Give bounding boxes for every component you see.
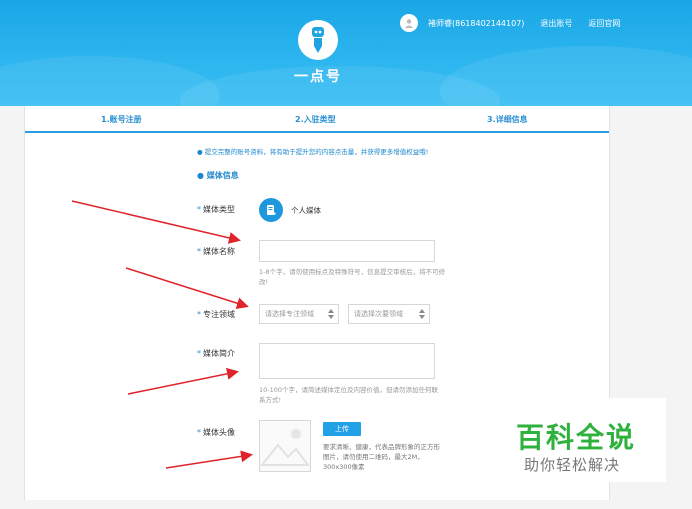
- watermark: 百科全说 助你轻松解决: [508, 398, 666, 482]
- select-arrows-icon: [419, 309, 425, 319]
- watermark-title: 百科全说: [516, 421, 637, 454]
- home-link[interactable]: 返回官网: [588, 18, 620, 29]
- logout-link[interactable]: 退出账号: [540, 18, 572, 29]
- step-indicator: 1.账号注册 2.入驻类型 3.详细信息: [25, 106, 609, 133]
- intro-textarea[interactable]: [259, 343, 435, 379]
- section-title: ● 媒体信息: [197, 171, 239, 180]
- user-bar: 褚师睿(8618402144107) 退出账号 返回官网: [400, 14, 620, 32]
- avatar-preview: [259, 420, 311, 472]
- step-type: 2.入驻类型: [295, 115, 336, 124]
- media-type-label: * 媒体类型: [197, 205, 235, 214]
- step-details: 3.详细信息: [487, 115, 528, 124]
- image-placeholder-icon: [259, 429, 310, 466]
- avatar-hint: 要求清晰、健康，代表品牌形象的正方形图片，请勿使用二维码，最大2M，300x30…: [323, 443, 440, 471]
- brand-logo: 一点号: [288, 20, 348, 90]
- header-banner: 褚师睿(8618402144107) 退出账号 返回官网 一点号: [0, 0, 692, 106]
- logo-circle: [298, 20, 338, 60]
- notice-text: ● 提交完整的账号资料，将有助于提升您的内容点击量，并获得更多增值权益哦!: [197, 148, 429, 156]
- avatar-label: * 媒体头像: [197, 428, 235, 437]
- upload-button[interactable]: 上传: [323, 422, 361, 436]
- robot-icon: [312, 27, 324, 53]
- watermark-subtitle: 助你轻松解决: [524, 456, 621, 474]
- user-name: 褚师睿(8618402144107): [428, 18, 525, 28]
- domain-label: * 专注领域: [197, 310, 235, 319]
- personal-media-icon: [259, 198, 283, 222]
- intro-hint: 10-100个字，请简述媒体定位及内容价值，但请勿添加任何联系方式!: [259, 386, 439, 404]
- media-name-label: * 媒体名称: [197, 247, 235, 256]
- media-name-hint: 1-8个字，请勿使用标点及特殊符号，信息提交审核后，将不可修改!: [259, 268, 446, 286]
- step-progress-line: [25, 131, 609, 133]
- brand-name: 一点号: [294, 69, 342, 85]
- user-avatar[interactable]: [400, 14, 418, 32]
- step-account: 1.账号注册: [101, 115, 142, 124]
- primary-domain-select[interactable]: 请选择专注领域: [259, 304, 339, 324]
- media-type-option[interactable]: 个人媒体: [259, 198, 321, 222]
- intro-label: * 媒体简介: [197, 349, 235, 358]
- user-avatar-icon: [405, 19, 413, 28]
- banner-decoration: [440, 46, 692, 106]
- media-type-value: 个人媒体: [291, 205, 321, 215]
- media-name-input[interactable]: [259, 240, 435, 262]
- secondary-domain-select[interactable]: 请选择次要领域: [348, 304, 430, 324]
- select-arrows-icon: [328, 309, 334, 319]
